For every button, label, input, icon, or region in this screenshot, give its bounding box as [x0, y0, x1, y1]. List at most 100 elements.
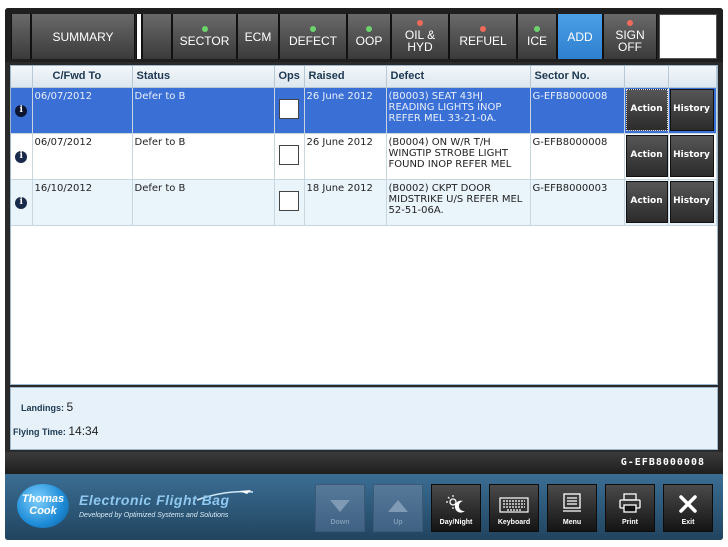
raised-cell: 26 June 2012	[304, 133, 387, 180]
action-button[interactable]: Action	[625, 88, 668, 131]
tab-add-label: ADD	[567, 29, 593, 44]
app-subtitle: Developed by Optimized Systems and Solut…	[79, 512, 229, 519]
history-button[interactable]: History	[669, 180, 714, 223]
col-header-history	[668, 66, 717, 88]
arrow-down-icon	[330, 500, 350, 512]
defect-cell: (B0004) ON W/R T/H WINGTIP STROBE LIGHT …	[386, 133, 531, 180]
col-header-ops[interactable]: Ops	[274, 66, 305, 88]
thomas-cook-logo: Thomas Cook	[17, 484, 69, 528]
info-icon[interactable]: i	[15, 196, 28, 209]
tab-spacer-left	[11, 14, 31, 59]
col-header-action	[624, 66, 669, 88]
day-night-icon	[446, 495, 465, 513]
info-cell: i	[11, 87, 33, 134]
action-cell: Action	[624, 133, 669, 180]
tab-sign-off[interactable]: SIGN OFF	[603, 14, 657, 59]
tab-add[interactable]: ADD	[557, 14, 603, 59]
status-dot-icon	[417, 20, 423, 26]
col-header-raised[interactable]: Raised	[304, 66, 387, 88]
tab-spacer-mid	[142, 14, 172, 59]
cfwd-cell: 16/10/2012	[32, 179, 133, 226]
table-row[interactable]: i 06/07/2012 Defer to B 26 June 2012 (B0…	[11, 133, 717, 180]
tab-oop[interactable]: OOP	[347, 14, 391, 59]
print-button[interactable]: Print	[605, 484, 655, 532]
action-cell: Action	[624, 179, 669, 226]
flying-time-value: 14:34	[68, 424, 99, 438]
tab-ice[interactable]: ICE	[517, 14, 557, 59]
arrow-up-icon	[388, 500, 408, 512]
tab-defect[interactable]: DEFECT	[279, 14, 347, 59]
status-dot-icon	[534, 26, 540, 32]
col-header-status[interactable]: Status	[132, 66, 275, 88]
action-button[interactable]: Action	[625, 180, 668, 223]
keyboard-label: Keyboard	[497, 519, 531, 526]
col-header-info	[11, 66, 33, 88]
defect-cell: (B0003) SEAT 43HJ READING LIGHTS INOP RE…	[386, 87, 531, 134]
status-dot-icon	[310, 26, 316, 32]
tab-defect-label: DEFECT	[289, 34, 337, 48]
defect-table-panel: C/Fwd To Status Ops Raised Defect Sector…	[10, 65, 718, 385]
tab-ice-label: ICE	[526, 34, 547, 48]
raised-cell: 18 June 2012	[304, 179, 387, 226]
action-cell: Action	[624, 87, 669, 134]
info-icon[interactable]: i	[15, 104, 28, 117]
exit-label: Exit	[681, 519, 695, 526]
exit-button[interactable]: Exit	[663, 484, 713, 532]
tab-sign-off-label: SIGN OFF	[615, 28, 645, 54]
close-icon	[679, 495, 697, 513]
status-dot-icon	[480, 26, 486, 32]
flying-time-label: Flying Time:	[13, 427, 66, 437]
menu-icon	[563, 493, 581, 512]
down-button[interactable]: Down	[315, 484, 365, 532]
tab-bar: SUMMARY SECTOR ECM DEFECT OOP OIL & HYD …	[5, 8, 723, 62]
table-row[interactable]: i 06/07/2012 Defer to B 26 June 2012 (B0…	[11, 87, 717, 134]
col-header-sector[interactable]: Sector No.	[530, 66, 625, 88]
status-cell: Defer to B	[132, 87, 275, 134]
day-night-button[interactable]: Day/Night	[431, 484, 481, 532]
action-button[interactable]: Action	[625, 134, 668, 177]
col-header-cfwd[interactable]: C/Fwd To	[32, 66, 133, 88]
history-cell: History	[668, 87, 717, 134]
keyboard-button[interactable]: Keyboard	[489, 484, 539, 532]
menu-button[interactable]: Menu	[547, 484, 597, 532]
landings-label: Landings:	[21, 403, 64, 413]
print-label: Print	[622, 519, 638, 526]
ops-checkbox[interactable]	[279, 144, 299, 165]
efb-app-window: SUMMARY SECTOR ECM DEFECT OOP OIL & HYD …	[5, 8, 723, 540]
table-row[interactable]: i 16/10/2012 Defer to B 18 June 2012 (B0…	[11, 179, 717, 226]
ops-checkbox[interactable]	[279, 190, 299, 211]
landings-row: Landings: 5	[21, 400, 73, 414]
ops-cell	[274, 87, 305, 134]
status-cell: Defer to B	[132, 133, 275, 180]
tab-sector[interactable]: SECTOR	[172, 14, 237, 59]
tab-oil-hyd-label: OIL & HYD	[404, 28, 436, 54]
defect-cell: (B0002) CKPT DOOR MIDSTRIKE U/S REFER ME…	[386, 179, 531, 226]
tab-refuel[interactable]: REFUEL	[449, 14, 517, 59]
history-button[interactable]: History	[669, 134, 714, 177]
sector-cell: G-EFB8000008	[530, 133, 625, 180]
up-button[interactable]: Up	[373, 484, 423, 532]
defect-table: C/Fwd To Status Ops Raised Defect Sector…	[11, 66, 717, 226]
info-cell: i	[11, 179, 33, 226]
tab-summary[interactable]: SUMMARY	[31, 14, 135, 59]
ops-checkbox[interactable]	[279, 98, 299, 119]
sector-cell: G-EFB8000003	[530, 179, 625, 226]
raised-cell: 26 June 2012	[304, 87, 387, 134]
cfwd-cell: 06/07/2012	[32, 87, 133, 134]
menu-label: Menu	[562, 519, 582, 526]
history-button[interactable]: History	[669, 88, 714, 131]
history-cell: History	[668, 133, 717, 180]
tab-ecm-label: ECM	[244, 29, 272, 44]
info-icon[interactable]: i	[15, 150, 28, 163]
tab-oil-hyd[interactable]: OIL & HYD	[391, 14, 449, 59]
sector-cell: G-EFB8000008	[530, 87, 625, 134]
printer-icon	[619, 493, 641, 513]
history-cell: History	[668, 179, 717, 226]
ops-cell	[274, 179, 305, 226]
aircraft-registration: G-EFB8000008	[620, 457, 705, 468]
col-header-defect[interactable]: Defect	[386, 66, 531, 88]
status-dot-icon	[366, 26, 372, 32]
tab-ecm[interactable]: ECM	[237, 14, 279, 59]
table-header: C/Fwd To Status Ops Raised Defect Sector…	[11, 66, 717, 88]
app-title: Electronic Flight Bag	[79, 492, 230, 508]
